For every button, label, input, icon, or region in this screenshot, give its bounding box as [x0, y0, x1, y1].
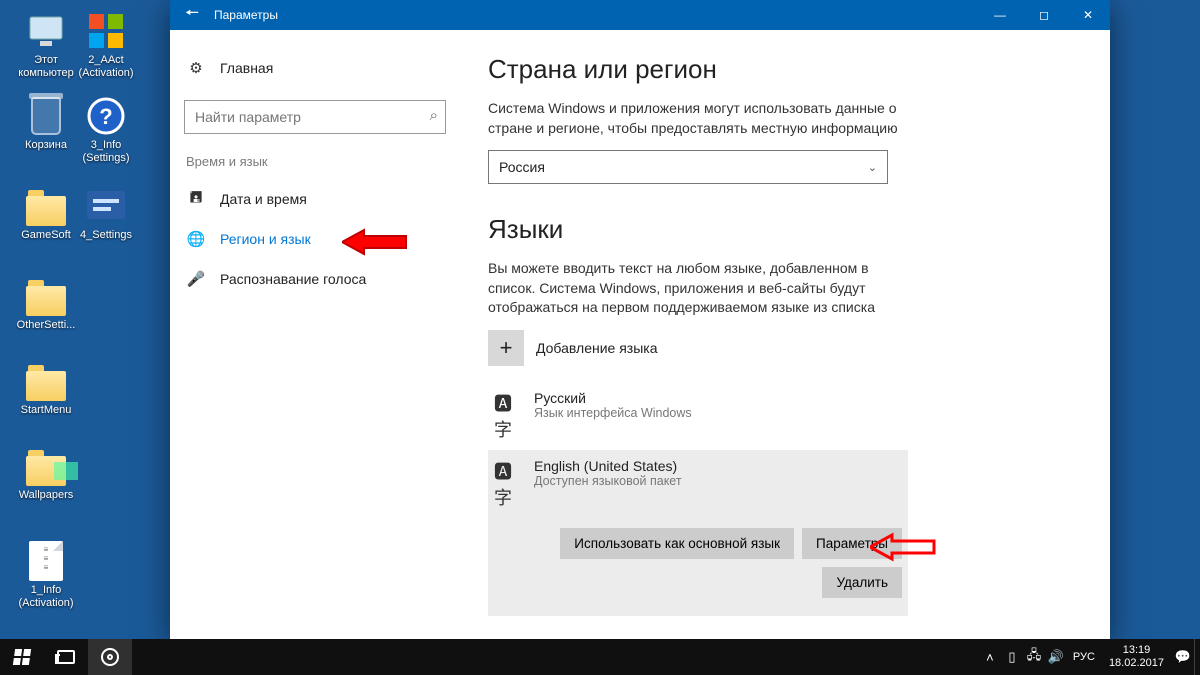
desktop-icon-info-settings[interactable]: ?3_Info (Settings) [72, 95, 140, 164]
tray-language-indicator[interactable]: РУС [1067, 651, 1101, 663]
desktop-icon-this-pc[interactable]: Этот компьютер [12, 10, 80, 79]
language-icon: 🅰字 [494, 458, 524, 510]
window-title: Параметры [214, 8, 278, 22]
country-combobox[interactable]: Россия ⌄ [488, 150, 888, 184]
desktop-icon-startmenu[interactable]: StartMenu [12, 360, 80, 417]
set-default-language-button[interactable]: Использовать как основной язык [560, 528, 794, 559]
close-button[interactable]: ✕ [1066, 0, 1110, 30]
heading-country-region: Страна или регион [488, 54, 1070, 85]
desktop-icon-gamesoft[interactable]: GameSoft [12, 185, 80, 242]
sidebar-group-label: Время и язык [170, 148, 460, 179]
add-language-row[interactable]: + Добавление языка [488, 330, 1070, 366]
language-item-english-us[interactable]: 🅰字 English (United States) Доступен язык… [488, 450, 908, 518]
sidebar-item-region-language[interactable]: 🌐Регион и язык [170, 219, 460, 259]
language-item-russian[interactable]: 🅰字 Русский Язык интерфейса Windows [488, 382, 908, 450]
tray-volume-icon[interactable]: 🔊 [1045, 649, 1067, 665]
show-desktop-button[interactable] [1194, 639, 1200, 675]
languages-description: Вы можете вводить текст на любом языке, … [488, 259, 918, 318]
desktop-icon-label: Этот компьютер [12, 54, 80, 79]
region-description: Система Windows и приложения могут испол… [488, 99, 918, 138]
taskbar-app-settings[interactable] [88, 639, 132, 675]
sidebar-home[interactable]: ⚙Главная [170, 48, 460, 88]
tray-battery-icon[interactable]: ▯ [1001, 649, 1023, 665]
mic-icon: 🎤 [186, 270, 206, 288]
sidebar-item-speech[interactable]: 🎤Распознавание голоса [170, 259, 460, 299]
sidebar: ⚙Главная ⌕ Время и язык 🖪Дата и время 🌐Р… [170, 30, 460, 640]
taskbar-clock[interactable]: 13:19 18.02.2017 [1101, 644, 1172, 669]
desktop-icon-wallpapers[interactable]: Wallpapers [12, 445, 80, 502]
search-input[interactable] [184, 100, 446, 134]
desktop-icon-info-activation[interactable]: ≡≡≡1_Info (Activation) [12, 540, 80, 609]
task-view-button[interactable] [44, 639, 88, 675]
heading-languages: Языки [488, 214, 1070, 245]
minimize-button[interactable]: — [978, 0, 1022, 30]
desktop-icon-aact[interactable]: 2_AAct (Activation) [72, 10, 140, 79]
desktop-icon-settings-shortcut[interactable]: 4_Settings [72, 185, 140, 242]
globe-language-icon: 🌐 [186, 230, 206, 248]
content-pane: Страна или регион Система Windows и прил… [460, 30, 1110, 640]
maximize-button[interactable]: ◻ [1022, 0, 1066, 30]
plus-icon: + [488, 330, 524, 366]
calendar-icon: 🖪 [186, 187, 206, 212]
tray-network-icon[interactable]: 🖧 [1023, 646, 1045, 668]
settings-window: 🠔 Параметры — ◻ ✕ ⚙Главная ⌕ Время и язы… [170, 0, 1110, 640]
back-button[interactable]: 🠔 [170, 0, 214, 30]
svg-text:?: ? [99, 104, 112, 129]
desktop-icon-othersettings[interactable]: OtherSetti... [12, 275, 80, 332]
remove-language-button[interactable]: Удалить [822, 567, 902, 598]
taskbar: ˄ ▯ 🖧 🔊 РУС 13:19 18.02.2017 💬 [0, 639, 1200, 675]
desktop-icon-recycle-bin[interactable]: Корзина [12, 95, 80, 152]
language-icon: 🅰字 [494, 390, 524, 442]
gear-icon: ⚙ [186, 59, 206, 77]
language-options-button[interactable]: Параметры [802, 528, 902, 559]
action-center-icon[interactable]: 💬 [1172, 649, 1194, 665]
start-button[interactable] [0, 639, 44, 675]
tray-chevron-up-icon[interactable]: ˄ [979, 650, 1001, 665]
titlebar: 🠔 Параметры — ◻ ✕ [170, 0, 1110, 30]
sidebar-item-datetime[interactable]: 🖪Дата и время [170, 179, 460, 219]
chevron-down-icon: ⌄ [868, 161, 877, 174]
